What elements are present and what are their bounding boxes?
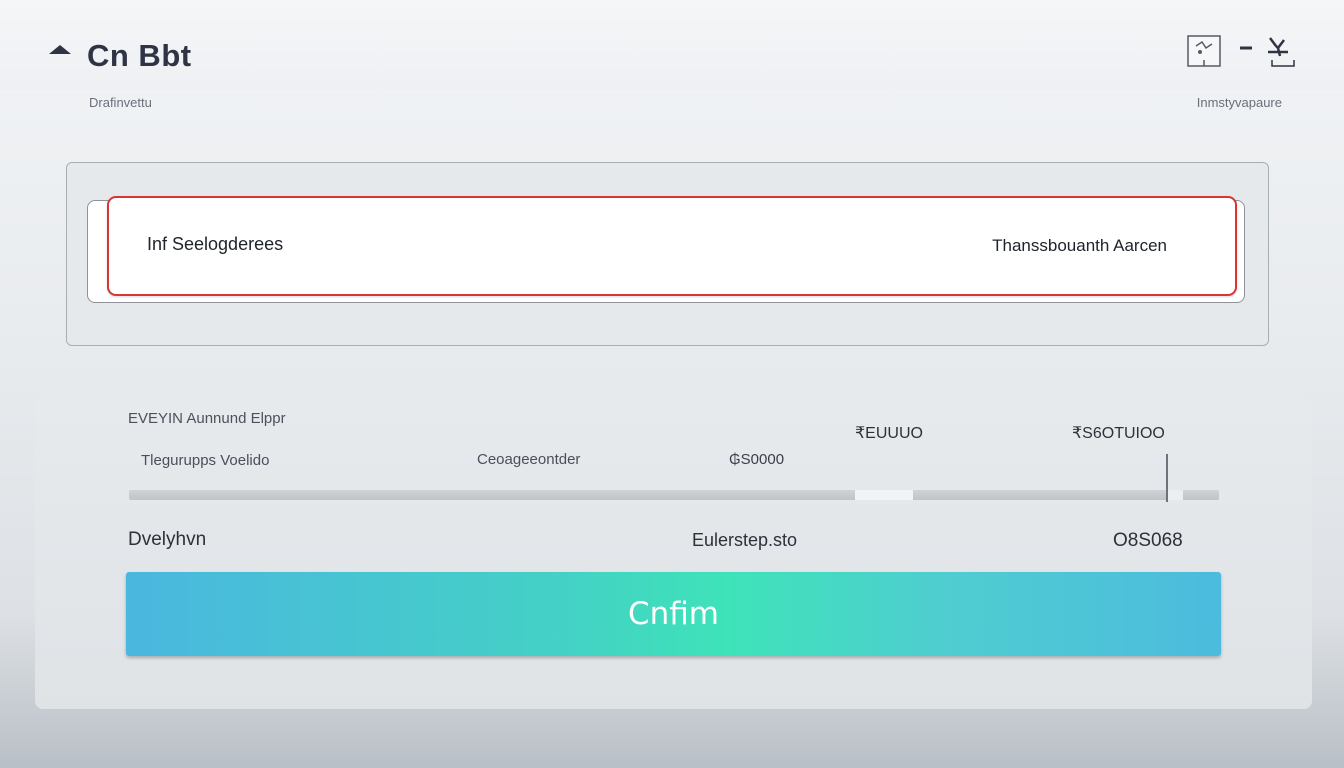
subtitle-left: Drafinvettu <box>89 95 152 110</box>
slider-segment-marker <box>855 490 913 500</box>
detail-row-label: Tlegurupps Voelido <box>141 452 270 469</box>
slider-end-marker <box>1167 490 1183 500</box>
amount-secondary: ₹S6OTUIOO <box>1072 425 1165 442</box>
subtitle-right: Inmstyvapaure <box>1196 95 1282 110</box>
section-label: EVEYIN Aunnund Elppr <box>128 410 286 427</box>
amount-primary: ₹EUUUO <box>855 425 923 442</box>
header-bar <box>0 0 1344 90</box>
detail-row-value: ₲S0000 <box>729 451 785 468</box>
app-title: Cn Bbt <box>87 38 192 73</box>
option-label: Inf Seelogderees <box>147 234 284 254</box>
summary-middle: Eulerstep.sto <box>692 530 798 550</box>
summary-value: O8S068 <box>1113 530 1183 551</box>
option-value: Thanssbouanth Aarcen <box>992 236 1167 255</box>
confirm-button[interactable]: Cnfim <box>126 572 1221 656</box>
selected-option-card[interactable]: Inf Seelogderees Thanssbouanth Aarcen <box>107 196 1237 296</box>
logo-icon <box>49 45 71 54</box>
detail-row-middle: Ceoageeontder <box>477 451 581 468</box>
image-icon[interactable] <box>1186 34 1222 68</box>
window-controls-icon[interactable] <box>1238 34 1302 70</box>
summary-label: Dvelyhvn <box>128 529 207 550</box>
amount-slider[interactable] <box>129 490 1219 500</box>
slider-handle[interactable] <box>1166 454 1168 502</box>
